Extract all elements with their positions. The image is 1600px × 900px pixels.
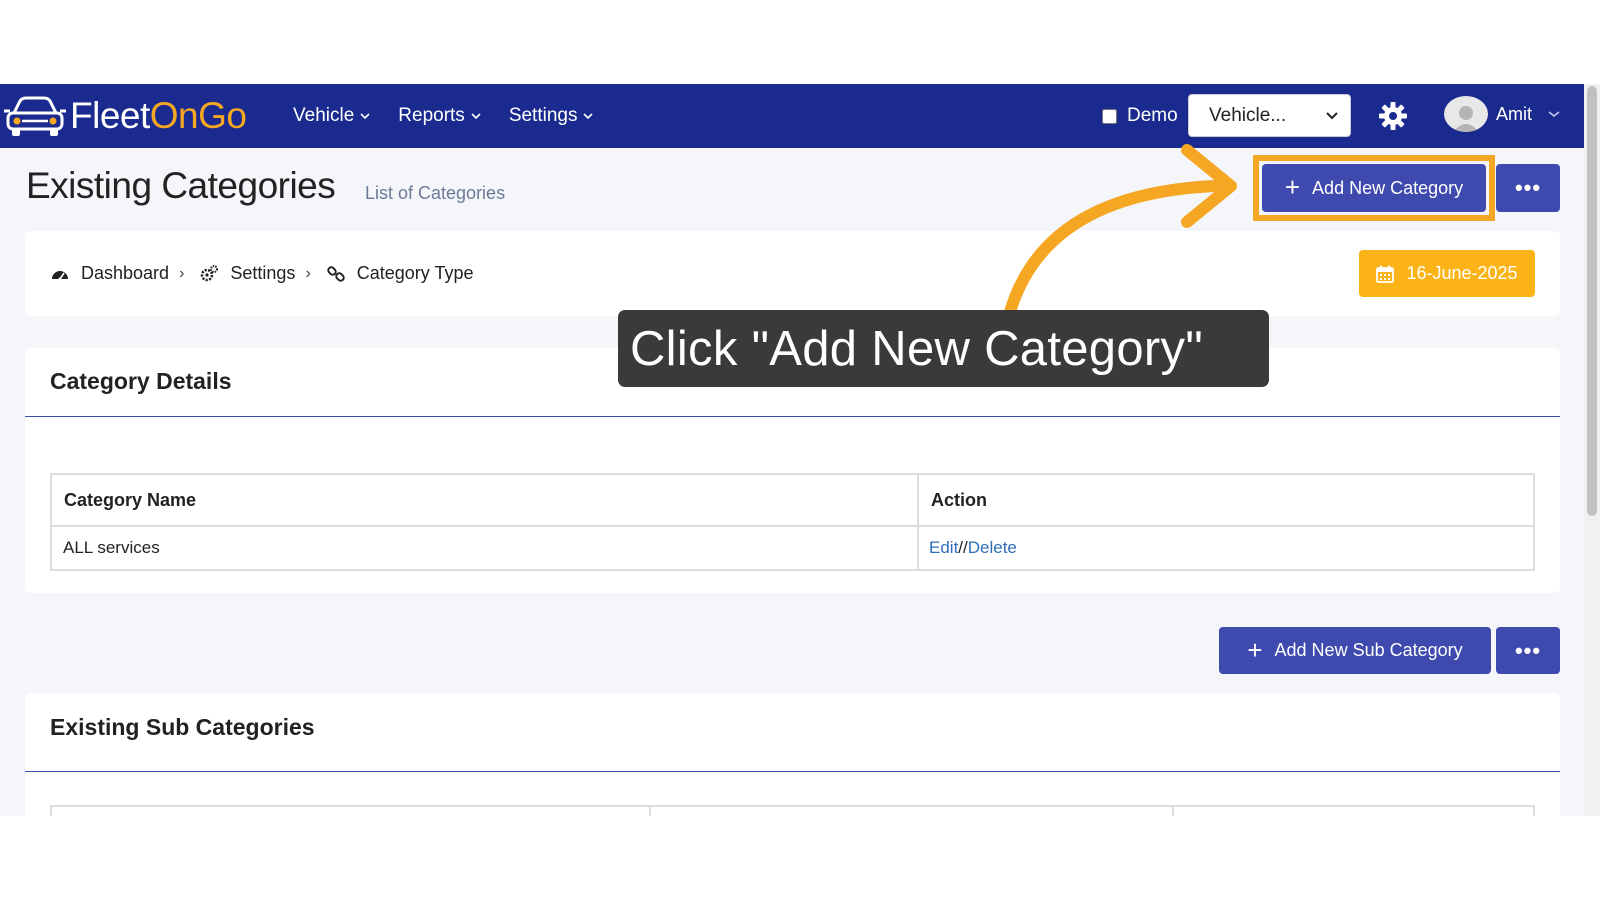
nav-item-settings[interactable]: Settings — [509, 105, 594, 127]
logo[interactable]: FleetOnGo — [4, 92, 247, 140]
more-options-button[interactable]: ••• — [1496, 164, 1560, 212]
card-title: Existing Sub Categories — [50, 714, 315, 740]
column-divider — [649, 807, 651, 816]
breadcrumb: Dashboard › Settings › Category Type — [51, 231, 474, 316]
chevron-down-icon — [1326, 111, 1338, 119]
user-icon — [1453, 106, 1479, 132]
breadcrumb-separator: › — [305, 264, 311, 282]
sub-category-table — [50, 805, 1535, 816]
card-title: Category Details — [50, 368, 232, 394]
column-divider — [1172, 807, 1174, 816]
gear-icon[interactable] — [1378, 101, 1408, 131]
category-name-cell: ALL services — [50, 525, 919, 571]
page-title: Existing Categories — [26, 165, 336, 206]
logo-text: FleetOnGo — [70, 95, 247, 136]
breadcrumb-item-category-type: Category Type — [327, 263, 474, 284]
demo-toggle[interactable]: Demo — [1102, 84, 1178, 148]
chevron-down-icon — [583, 113, 594, 120]
app-window: FleetOnGo Vehicle Reports Settings Demo … — [0, 84, 1600, 816]
link-icon — [327, 265, 345, 282]
avatar — [1444, 96, 1488, 132]
category-table: Category Name Action ALL services Edit//… — [50, 473, 1535, 571]
breadcrumb-item-dashboard[interactable]: Dashboard — [51, 263, 169, 284]
date-button[interactable]: 16-June-2025 — [1359, 250, 1535, 297]
breadcrumb-item-settings[interactable]: Settings — [200, 263, 295, 284]
breadcrumb-card: Dashboard › Settings › Category Type 16-… — [25, 231, 1560, 316]
nav-item-reports[interactable]: Reports — [398, 105, 481, 127]
card-divider — [25, 771, 1560, 772]
add-new-sub-category-button[interactable]: + Add New Sub Category — [1219, 627, 1491, 674]
nav-item-vehicle[interactable]: Vehicle — [293, 105, 370, 127]
chevron-down-icon — [471, 113, 481, 120]
column-header: Category Name — [50, 473, 919, 527]
demo-checkbox[interactable] — [1102, 108, 1117, 124]
car-logo-icon — [4, 96, 66, 136]
sub-category-more-button[interactable]: ••• — [1496, 627, 1560, 674]
nav-menu: Vehicle Reports Settings — [293, 84, 594, 148]
page-subtitle: List of Categories — [365, 183, 506, 203]
scrollbar-thumb[interactable] — [1587, 86, 1597, 516]
existing-sub-categories-card: Existing Sub Categories — [25, 693, 1560, 816]
dashboard-gauge-icon — [52, 270, 68, 280]
table-header-row: Category Name Action — [50, 473, 1535, 527]
action-separator: // — [958, 538, 968, 557]
chevron-down-icon — [360, 113, 370, 120]
highlight-box — [1253, 155, 1495, 221]
breadcrumb-separator: › — [179, 264, 185, 282]
user-menu[interactable]: Amit — [1444, 96, 1560, 132]
edit-link[interactable]: Edit — [929, 538, 958, 557]
page-scrollbar[interactable] — [1584, 84, 1600, 816]
vehicle-select[interactable]: Vehicle... — [1188, 94, 1351, 137]
action-cell: Edit//Delete — [917, 525, 1535, 571]
calendar-icon — [1376, 265, 1395, 283]
table-row: ALL services Edit//Delete — [50, 525, 1535, 571]
delete-link[interactable]: Delete — [968, 538, 1017, 557]
column-header: Action — [917, 473, 1535, 527]
card-divider — [25, 416, 1560, 417]
plus-icon: + — [1247, 634, 1263, 665]
instruction-callout: Click "Add New Category" — [618, 310, 1269, 387]
chevron-down-icon — [1548, 111, 1560, 117]
cogs-icon — [201, 264, 219, 281]
top-navbar: FleetOnGo Vehicle Reports Settings Demo … — [0, 84, 1600, 148]
